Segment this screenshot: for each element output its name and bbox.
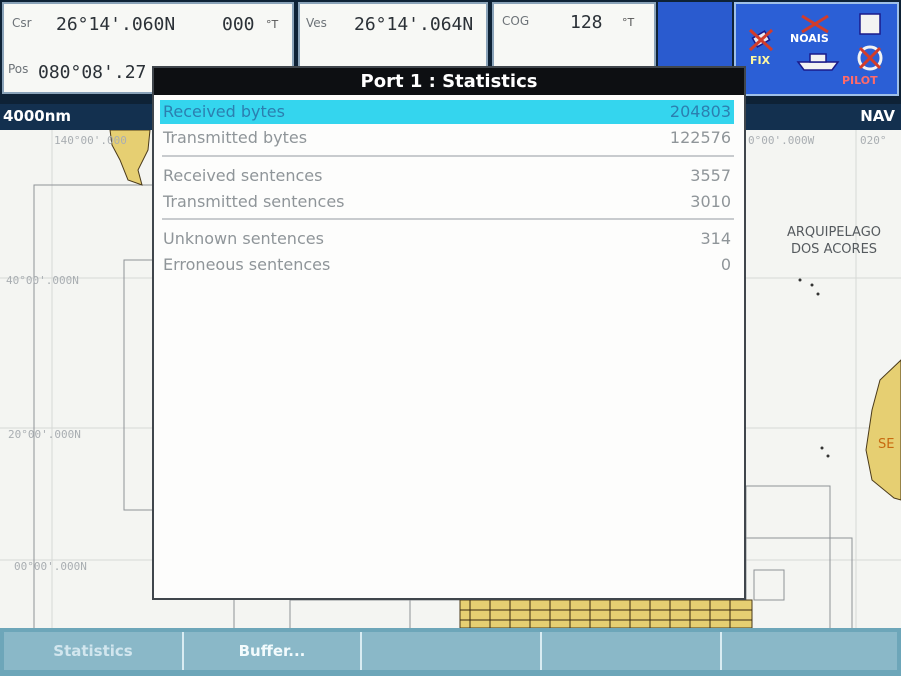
stat-row-transmitted-sentences[interactable]: Transmitted sentences 3010 xyxy=(160,190,734,214)
ves-label: Ves xyxy=(306,16,327,30)
coord-label-lon-140: 140°00'.000 xyxy=(54,134,127,147)
softkey-buffer[interactable]: Buffer... xyxy=(184,632,362,670)
status-icon-panel: FIX NOAIS PILOT xyxy=(734,2,899,96)
stat-value: 122576 xyxy=(669,128,731,147)
chart-scale: 4000nm xyxy=(3,107,72,125)
divider xyxy=(162,155,734,157)
ves-latitude: 26°14'.064N xyxy=(354,14,474,35)
stat-label: Received bytes xyxy=(163,102,285,121)
coord-label-lon-20: 020° xyxy=(860,134,887,147)
stat-row-received-bytes[interactable]: Received bytes 204803 xyxy=(160,100,734,124)
csr-heading-unit: °T xyxy=(266,18,279,31)
stat-value: 3557 xyxy=(690,166,731,185)
fix-label: FIX xyxy=(750,54,771,67)
nav-mode[interactable]: NAV xyxy=(860,107,895,125)
place-label-azores: ARQUIPELAGO DOS ACORES xyxy=(768,224,900,258)
fix-satellite-icon[interactable] xyxy=(746,24,778,56)
csr-label: Csr xyxy=(12,16,32,30)
stat-label: Erroneous sentences xyxy=(163,255,331,274)
stat-row-erroneous-sentences[interactable]: Erroneous sentences 0 xyxy=(160,253,734,277)
cog-label: COG xyxy=(502,14,530,28)
stat-label: Transmitted sentences xyxy=(163,192,345,211)
stat-label: Transmitted bytes xyxy=(163,128,308,147)
csr-heading: 000 xyxy=(222,14,255,35)
stat-value: 314 xyxy=(700,229,731,248)
port-statistics-dialog[interactable]: Port 1 : Statistics Received bytes 20480… xyxy=(152,66,746,600)
softkey-statistics[interactable]: Statistics xyxy=(4,632,184,670)
stat-row-unknown-sentences[interactable]: Unknown sentences 314 xyxy=(160,227,734,251)
coord-label-lat-40: 40°00'.000N xyxy=(6,274,79,287)
pos-label: Pos xyxy=(8,62,29,76)
coord-label-lon-0: 0°00'.000W xyxy=(748,134,815,147)
stat-value: 3010 xyxy=(690,192,731,211)
place-label-line-1: ARQUIPELAGO xyxy=(786,225,882,240)
stat-value: 204803 xyxy=(669,102,731,121)
softkey-5[interactable] xyxy=(722,632,897,670)
dialog-title: Port 1 : Statistics xyxy=(154,68,744,95)
divider xyxy=(162,218,734,220)
ais-ship-icon[interactable] xyxy=(792,12,844,82)
softkey-3[interactable] xyxy=(362,632,542,670)
stat-label: Unknown sentences xyxy=(163,229,324,248)
csr-latitude: 26°14'.060N xyxy=(56,14,176,35)
place-label-senegal: SE xyxy=(878,437,895,452)
stat-row-received-sentences[interactable]: Received sentences 3557 xyxy=(160,164,734,188)
cog-value: 128 xyxy=(570,12,603,33)
chartplotter-screen: Csr 26°14'.060N 000 °T Pos 080°08'.27 Ve… xyxy=(0,0,901,676)
coord-label-lat-0: 00°00'.000N xyxy=(14,560,87,573)
stat-value: 0 xyxy=(720,255,731,274)
coord-label-lat-20: 20°00'.000N xyxy=(8,428,81,441)
softkey-4[interactable] xyxy=(542,632,722,670)
pos-longitude: 080°08'.27 xyxy=(38,62,147,83)
stat-row-transmitted-bytes[interactable]: Transmitted bytes 122576 xyxy=(160,126,734,150)
place-label-line-2: DOS ACORES xyxy=(790,242,878,257)
autopilot-icon[interactable] xyxy=(848,10,892,80)
pilot-label: PILOT xyxy=(842,74,878,87)
stat-label: Received sentences xyxy=(163,166,323,185)
cog-unit: °T xyxy=(622,16,635,29)
noais-label: NOAIS xyxy=(790,32,829,45)
